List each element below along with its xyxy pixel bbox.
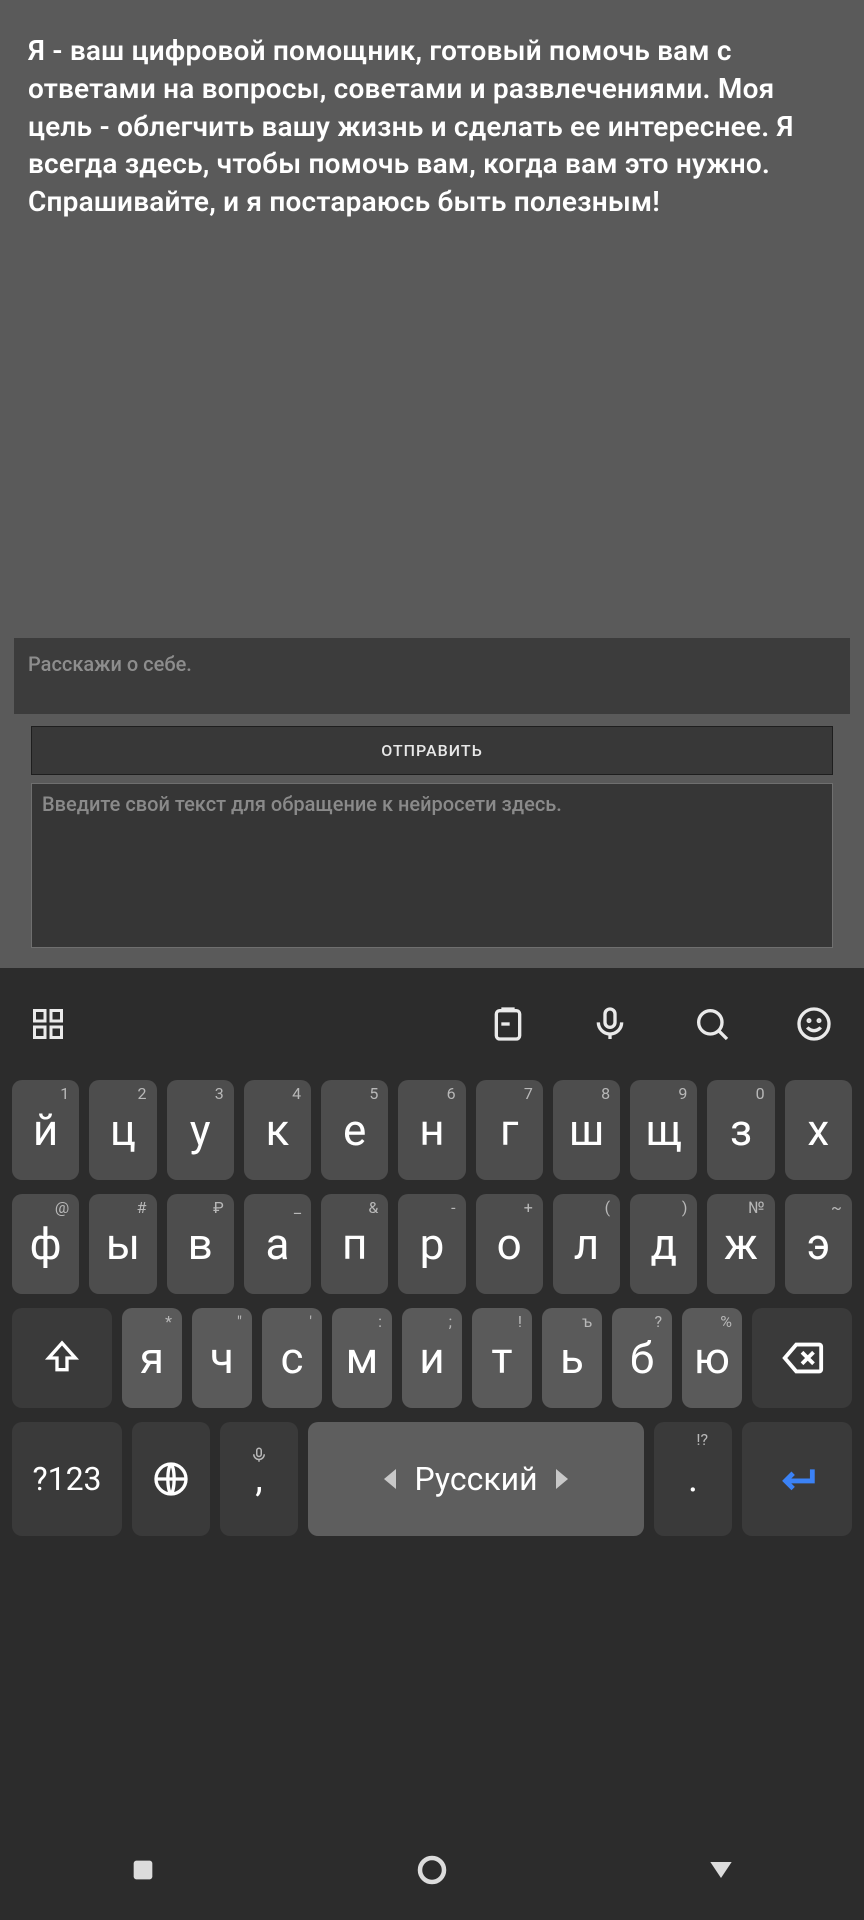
- shift-key[interactable]: [12, 1308, 112, 1408]
- key-hint: ;: [449, 1312, 452, 1331]
- send-button[interactable]: ОТПРАВИТЬ: [31, 726, 833, 775]
- key-б[interactable]: б?: [612, 1308, 672, 1408]
- suggestion-chip[interactable]: Расскажи о себе.: [14, 638, 850, 714]
- key-н[interactable]: н6: [398, 1080, 465, 1180]
- key-м[interactable]: м:: [332, 1308, 392, 1408]
- soft-keyboard: й1ц2у3к4е5н6г7ш8щ9з0х ф@ы#в₽а_п&р-о+л(д)…: [0, 968, 864, 1920]
- key-hint: 6: [447, 1084, 456, 1103]
- key-hint: +: [524, 1198, 533, 1217]
- space-key[interactable]: Русский: [308, 1422, 644, 1536]
- key-й[interactable]: й1: [12, 1080, 79, 1180]
- key-и[interactable]: и;: [402, 1308, 462, 1408]
- space-label: Русский: [414, 1460, 537, 1498]
- key-о[interactable]: о+: [476, 1194, 543, 1294]
- key-hint: ?: [654, 1312, 662, 1331]
- emoji-icon[interactable]: [794, 1004, 834, 1044]
- key-hint: 2: [138, 1084, 147, 1103]
- key-к[interactable]: к4: [244, 1080, 311, 1180]
- key-hint: ": [237, 1312, 242, 1331]
- key-ы[interactable]: ы#: [89, 1194, 156, 1294]
- key-ф[interactable]: ф@: [12, 1194, 79, 1294]
- key-hint: 5: [369, 1084, 378, 1103]
- key-hint: 9: [678, 1084, 687, 1103]
- enter-key[interactable]: [742, 1422, 852, 1536]
- chevron-left-icon: [384, 1469, 396, 1489]
- key-ж[interactable]: ж№: [707, 1194, 774, 1294]
- key-з[interactable]: з0: [707, 1080, 774, 1180]
- key-hint: %: [720, 1312, 732, 1331]
- key-с[interactable]: с': [262, 1308, 322, 1408]
- key-ю[interactable]: ю%: [682, 1308, 742, 1408]
- key-х[interactable]: х: [785, 1080, 852, 1180]
- key-hint: ': [309, 1312, 312, 1331]
- clipboard-icon[interactable]: [488, 1004, 528, 1044]
- key-hint: -: [451, 1198, 455, 1217]
- key-hint: ъ: [582, 1312, 592, 1331]
- key-hint: &: [368, 1198, 378, 1217]
- key-в[interactable]: в₽: [167, 1194, 234, 1294]
- mic-icon[interactable]: [590, 1004, 630, 1044]
- key-ц[interactable]: ц2: [89, 1080, 156, 1180]
- nav-recent-icon[interactable]: [127, 1854, 159, 1886]
- language-key[interactable]: [132, 1422, 210, 1536]
- key-hint: :: [378, 1312, 382, 1331]
- key-hint: @: [55, 1198, 69, 1217]
- key-hint: _: [294, 1198, 301, 1217]
- key-hint: *: [165, 1312, 172, 1331]
- period-key[interactable]: !? .: [654, 1422, 732, 1536]
- nav-back-icon[interactable]: [705, 1854, 737, 1886]
- key-hint: 4: [292, 1084, 301, 1103]
- key-ш[interactable]: ш8: [553, 1080, 620, 1180]
- assistant-message: Я - ваш цифровой помощник, готовый помоч…: [28, 32, 836, 221]
- key-hint: 8: [601, 1084, 610, 1103]
- keyboard-apps-icon[interactable]: [30, 1006, 66, 1042]
- key-hint: (: [605, 1198, 610, 1217]
- key-hint: №: [748, 1198, 764, 1217]
- chevron-right-icon: [556, 1469, 568, 1489]
- key-п[interactable]: п&: [321, 1194, 388, 1294]
- key-hint: ~: [831, 1198, 842, 1217]
- key-ч[interactable]: ч": [192, 1308, 252, 1408]
- key-hint: 7: [524, 1084, 533, 1103]
- key-hint: #: [137, 1198, 147, 1217]
- key-т[interactable]: т!: [472, 1308, 532, 1408]
- key-hint: !: [518, 1312, 522, 1331]
- key-щ[interactable]: щ9: [630, 1080, 697, 1180]
- nav-home-icon[interactable]: [414, 1852, 450, 1888]
- search-icon[interactable]: [692, 1004, 732, 1044]
- key-hint: 0: [756, 1084, 765, 1103]
- key-я[interactable]: я*: [122, 1308, 182, 1408]
- key-у[interactable]: у3: [167, 1080, 234, 1180]
- key-е[interactable]: е5: [321, 1080, 388, 1180]
- mic-hint-icon: [250, 1430, 268, 1474]
- key-э[interactable]: э~: [785, 1194, 852, 1294]
- period-hint: !?: [696, 1430, 708, 1449]
- key-hint: 3: [215, 1084, 224, 1103]
- period-label: .: [688, 1457, 698, 1501]
- key-г[interactable]: г7: [476, 1080, 543, 1180]
- key-а[interactable]: а_: [244, 1194, 311, 1294]
- message-input[interactable]: [31, 783, 833, 948]
- key-hint: ): [682, 1198, 688, 1217]
- key-д[interactable]: д): [630, 1194, 697, 1294]
- key-ь[interactable]: ьъ: [542, 1308, 602, 1408]
- symbols-key[interactable]: ?123: [12, 1422, 122, 1536]
- key-hint: ₽: [213, 1198, 224, 1217]
- comma-key[interactable]: ,: [220, 1422, 298, 1536]
- backspace-key[interactable]: [752, 1308, 852, 1408]
- key-hint: 1: [60, 1084, 69, 1103]
- key-л[interactable]: л(: [553, 1194, 620, 1294]
- key-р[interactable]: р-: [398, 1194, 465, 1294]
